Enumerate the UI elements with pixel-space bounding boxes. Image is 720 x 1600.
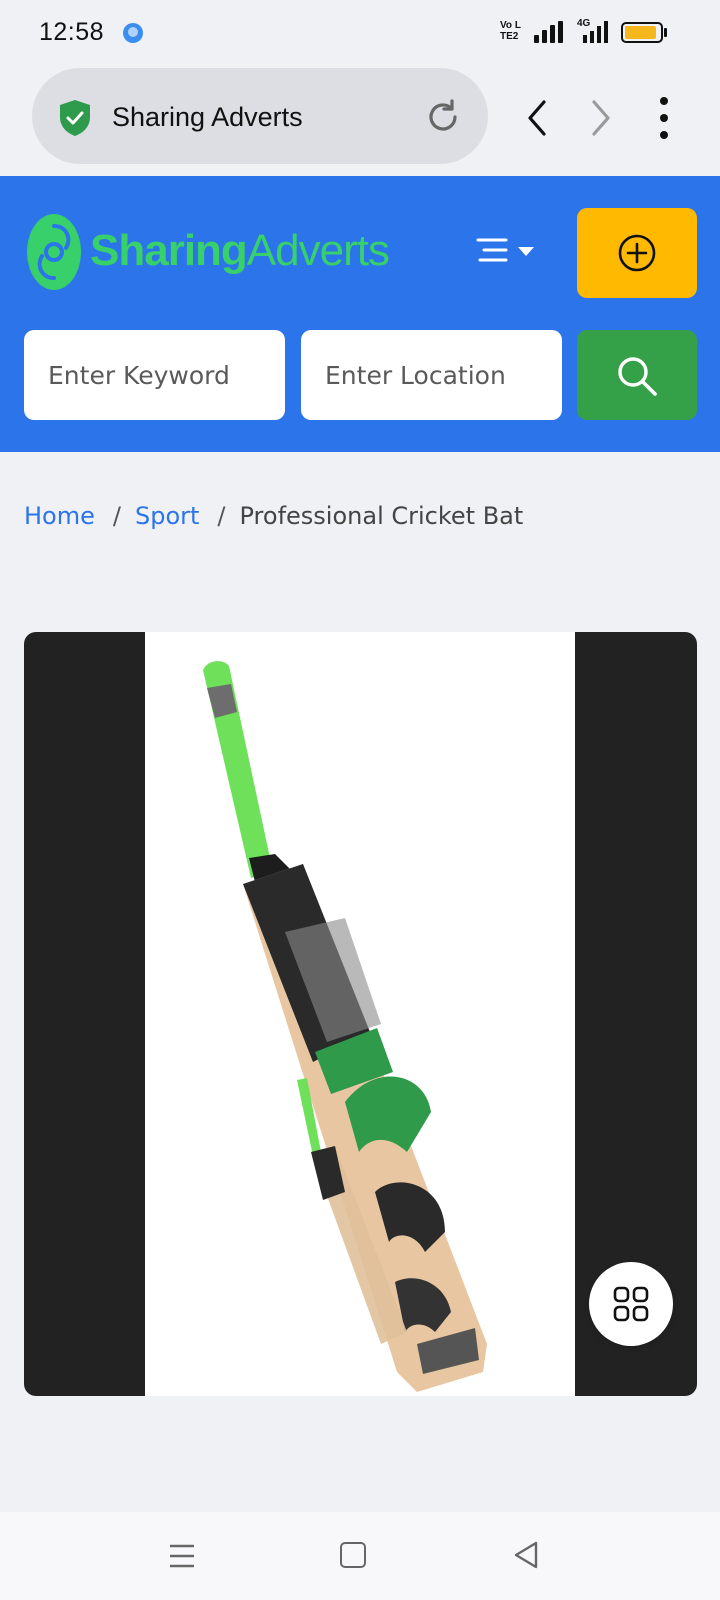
- address-bar[interactable]: Sharing Adverts: [32, 68, 488, 164]
- breadcrumb: Home / Sport / Professional Cricket Bat: [24, 502, 523, 530]
- more-vert-icon[interactable]: [652, 96, 676, 140]
- logo-icon: [27, 214, 81, 290]
- product-image[interactable]: [145, 632, 575, 1396]
- forward-arrow-icon[interactable]: [588, 98, 614, 138]
- search-icon: [618, 357, 657, 396]
- menu-lines-icon[interactable]: [168, 1542, 196, 1570]
- battery-tip: [664, 28, 667, 37]
- plus-circle-icon: [618, 234, 656, 272]
- breadcrumb-separator: /: [217, 502, 226, 530]
- breadcrumb-sport-link[interactable]: Sport: [135, 502, 199, 530]
- signal-4g-icon: 4G: [575, 18, 613, 44]
- logo-text: SharingAdverts: [90, 226, 390, 276]
- keyword-input[interactable]: [24, 330, 285, 420]
- gallery-button[interactable]: [589, 1262, 673, 1346]
- cricket-bat-illustration: [203, 661, 487, 1392]
- hamburger-icon: [476, 238, 534, 262]
- back-arrow-icon[interactable]: [524, 98, 550, 138]
- signal-icon: [534, 21, 566, 43]
- search-button[interactable]: [577, 330, 697, 420]
- page-title: Sharing Adverts: [112, 102, 303, 132]
- status-time: 12:58: [39, 18, 105, 46]
- home-square-icon[interactable]: [340, 1542, 366, 1568]
- battery-icon: [621, 22, 663, 43]
- breadcrumb-home-link[interactable]: Home: [24, 502, 95, 530]
- location-input[interactable]: [301, 330, 562, 420]
- shield-check-icon: [60, 100, 90, 136]
- volte-indicator: Vo LTE2: [500, 20, 521, 42]
- post-ad-button[interactable]: [577, 208, 697, 298]
- menu-toggle-button[interactable]: [476, 234, 546, 270]
- back-triangle-icon[interactable]: [512, 1540, 540, 1570]
- battery-level: [625, 26, 656, 39]
- logo-text-sharing: Sharing: [90, 226, 248, 275]
- status-bar: 12:58 Vo LTE2 4G: [0, 0, 720, 64]
- reload-icon[interactable]: [424, 98, 462, 136]
- system-navigation-bar: [0, 1512, 720, 1600]
- grid-icon: [613, 1286, 649, 1322]
- app-notification-icon: [123, 23, 143, 43]
- breadcrumb-current: Professional Cricket Bat: [239, 502, 524, 530]
- breadcrumb-separator: /: [112, 502, 121, 530]
- browser-toolbar: Sharing Adverts: [0, 64, 720, 176]
- site-header: SharingAdverts: [0, 176, 720, 452]
- logo-text-adverts: Adverts: [246, 226, 390, 275]
